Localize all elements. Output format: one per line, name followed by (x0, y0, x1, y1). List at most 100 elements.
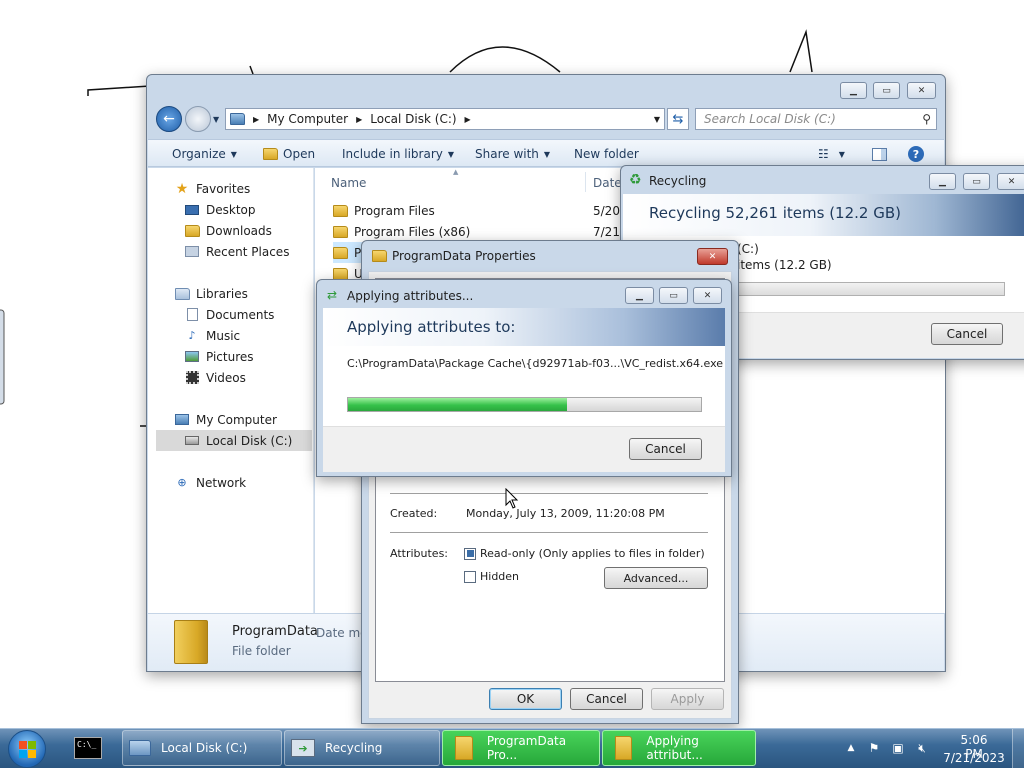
minimize-button[interactable]: ▁ (840, 82, 867, 99)
taskbar-item-recycling[interactable]: ➔ Recycling (284, 730, 440, 766)
maximize-button[interactable]: ▭ (659, 287, 688, 304)
back-button[interactable]: ← (156, 106, 182, 132)
created-label: Created: (390, 507, 438, 520)
apply-button[interactable]: Apply (651, 688, 724, 710)
folder-icon (455, 736, 473, 760)
hidden-checkbox[interactable]: Hidden (464, 570, 519, 583)
preview-pane-button[interactable] (872, 140, 887, 168)
new-folder-button[interactable]: New folder (574, 140, 639, 168)
organize-menu[interactable]: Organize ▼ (172, 140, 237, 168)
clock-date[interactable]: 7/21/2023 (940, 751, 1008, 765)
windows-logo-icon (18, 740, 36, 758)
show-desktop-button[interactable] (1012, 729, 1024, 768)
recycling-cancel-button[interactable]: Cancel (931, 323, 1003, 345)
taskbar-item-applying-attributes[interactable]: Applying attribut... (602, 730, 756, 766)
column-header-date[interactable]: Date (593, 176, 622, 190)
nav-downloads[interactable]: Downloads (184, 220, 272, 241)
libraries-icon (174, 287, 190, 301)
network-icon: ⊕ (177, 476, 187, 489)
refresh-icon: ⇆ (672, 111, 684, 127)
volume-muted-icon[interactable]: 🔇︎ (914, 740, 930, 756)
applying-cancel-button[interactable]: Cancel (629, 438, 702, 460)
show-hidden-icons-button[interactable]: ▲ (843, 740, 859, 756)
taskbar-item-programdata-properties[interactable]: ProgramData Pro... (442, 730, 600, 766)
column-header-name[interactable]: Name (331, 176, 366, 190)
breadcrumb-separator: ▶ (356, 114, 363, 124)
applying-progress-bar (347, 397, 702, 412)
file-row[interactable]: Program Files (333, 200, 435, 221)
folder-large-icon (174, 620, 208, 664)
help-button[interactable]: ? (908, 140, 924, 168)
recycling-line1: (C:) (737, 242, 759, 256)
details-type: File folder (232, 644, 291, 658)
divider (390, 532, 708, 533)
minimize-button[interactable]: ▁ (625, 287, 654, 304)
command-bar: Organize ▼ Open Include in library ▼ Share… (148, 139, 944, 167)
breadcrumb-my-computer[interactable]: My Computer (267, 112, 348, 126)
breadcrumb-separator: ▶ (464, 114, 471, 124)
pictures-icon (184, 350, 200, 364)
nav-libraries[interactable]: Libraries (174, 283, 248, 304)
nav-desktop[interactable]: Desktop (184, 199, 256, 220)
dropdown-icon: ▼ (447, 149, 455, 159)
address-bar[interactable]: ▶ My Computer ▶ Local Disk (C:) ▶ ▼ (225, 108, 665, 130)
column-separator[interactable] (585, 172, 586, 192)
recycling-header: Recycling 52,261 items (12.2 GB) (623, 194, 1024, 236)
close-button[interactable]: ✕ (693, 287, 722, 304)
videos-icon (184, 371, 200, 385)
checkbox-icon (464, 570, 476, 583)
view-options-button[interactable]: ☷ ▼ (818, 140, 845, 168)
mouse-cursor-icon (505, 488, 519, 509)
nav-videos[interactable]: Videos (184, 367, 246, 388)
taskbar-item-local-disk[interactable]: Local Disk (C:) (122, 730, 282, 766)
close-button[interactable]: ✕ (997, 173, 1024, 190)
recycling-line2: items (12.2 GB) (737, 258, 832, 272)
recent-pages-dropdown[interactable]: ▼ (213, 115, 219, 124)
music-icon: ♪ (188, 329, 196, 342)
address-dropdown-icon[interactable]: ▼ (654, 115, 660, 124)
documents-icon (184, 308, 200, 322)
folder-icon (333, 225, 348, 238)
nav-my-computer[interactable]: My Computer (174, 409, 277, 430)
breadcrumb-separator: ▶ (253, 114, 260, 124)
advanced-button[interactable]: Advanced... (604, 567, 708, 589)
cancel-button[interactable]: Cancel (570, 688, 643, 710)
file-row[interactable]: Program Files (x86) (333, 221, 470, 242)
nav-pictures[interactable]: Pictures (184, 346, 254, 367)
minimize-button[interactable]: ▁ (929, 173, 956, 190)
open-button[interactable]: Open (263, 140, 315, 168)
nav-favorites[interactable]: ★ Favorites (174, 178, 251, 199)
nav-music[interactable]: ♪ Music (184, 325, 240, 346)
search-placeholder: Search Local Disk (C:) (704, 112, 836, 126)
nav-recent-places[interactable]: Recent Places (184, 241, 289, 262)
refresh-button[interactable]: ⇆ (667, 108, 689, 130)
attributes-label: Attributes: (390, 547, 449, 560)
star-icon: ★ (175, 180, 189, 197)
computer-icon (174, 413, 190, 427)
close-button[interactable]: ✕ (907, 82, 936, 99)
close-button[interactable]: ✕ (697, 248, 728, 265)
forward-button[interactable] (185, 106, 211, 132)
downloads-icon (184, 224, 200, 238)
network-status-icon[interactable]: ▣ (890, 740, 906, 756)
share-with-menu[interactable]: Share with ▼ (475, 140, 550, 168)
nav-network[interactable]: ⊕ Network (174, 472, 246, 493)
cmd-pinned-icon[interactable]: C:\_ (74, 737, 102, 759)
navigation-pane: ★ Favorites Desktop Downloads Recent Plac… (148, 168, 314, 613)
include-in-library-menu[interactable]: Include in library ▼ (342, 140, 454, 168)
search-input[interactable]: Search Local Disk (C:) ⚲ (695, 108, 937, 130)
nav-local-disk[interactable]: Local Disk (C:) (156, 430, 312, 451)
applying-attributes-window: ⇄ Applying attributes... ▁ ▭ ✕ Applying … (316, 279, 732, 477)
readonly-checkbox[interactable]: Read-only (Only applies to files in fold… (464, 547, 705, 560)
recycling-header-text: Recycling 52,261 items (12.2 GB) (649, 204, 901, 222)
recycling-progress-bar (735, 282, 1005, 296)
maximize-button[interactable]: ▭ (873, 82, 900, 99)
breadcrumb-local-disk[interactable]: Local Disk (C:) (370, 112, 456, 126)
start-button[interactable] (8, 730, 46, 768)
action-center-icon[interactable]: ⚑ (866, 740, 882, 756)
nav-documents[interactable]: Documents (184, 304, 274, 325)
maximize-button[interactable]: ▭ (963, 173, 990, 190)
ok-button[interactable]: OK (489, 688, 562, 710)
applying-body: C:\ProgramData\Package Cache\{d92971ab-f… (323, 346, 725, 426)
folder-icon (372, 250, 387, 262)
